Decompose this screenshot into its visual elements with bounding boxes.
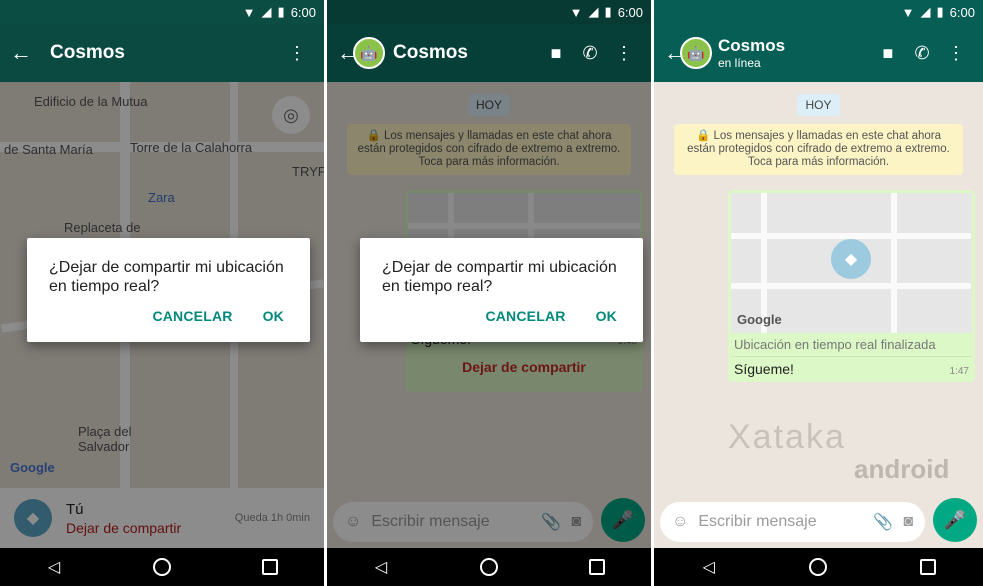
more-options-icon[interactable]: ⋮ [607,43,641,64]
back-arrow-icon[interactable]: ← [664,40,686,66]
signal-icon: ◢ [261,4,272,19]
date-pill: HOY [797,94,840,116]
location-message[interactable]: ◆ Google Ubicación en tiempo real finali… [728,190,975,382]
video-call-icon[interactable]: ■ [871,43,905,64]
message-input[interactable]: ☺ Escribir mensaje 📎 ◙ [660,502,925,542]
chat-area: HOY 🔒 Los mensajes y llamadas en este ch… [654,82,983,548]
status-time: 6:00 [617,4,643,20]
phone-chat-screen: ▼ ◢ ▮ 6:00 ← 🤖 Cosmos en línea ■ ✆ ⋮ HOY… [654,0,983,586]
back-arrow-icon[interactable]: ← [10,40,38,66]
nav-recents-icon[interactable] [250,552,290,582]
signal-icon: ◢ [588,4,599,19]
battery-icon: ▮ [936,4,944,19]
encryption-notice[interactable]: 🔒 Los mensajes y llamadas en este chat a… [674,124,963,175]
video-call-icon[interactable]: ■ [539,43,573,64]
ok-button[interactable]: OK [263,308,284,324]
emoji-icon[interactable]: ☺ [672,513,688,531]
google-logo: Google [737,312,782,327]
live-location-status: Ubicación en tiempo real finalizada [731,333,972,357]
live-location-map[interactable]: ◆ Google [731,193,972,333]
app-bar: ← 🤖 Cosmos en línea ■ ✆ ⋮ [654,24,983,82]
message-text: Sígueme! [734,361,794,377]
more-options-icon[interactable]: ⋮ [939,43,973,64]
system-nav-bar: ◁ [654,548,983,586]
ok-button[interactable]: OK [596,308,617,324]
message-time: 1:47 [949,366,969,377]
system-nav-bar: ◁ [327,548,651,586]
stop-sharing-dialog: ¿Dejar de compartir mi ubicación en tiem… [27,238,310,342]
encryption-notice-text: Los mensajes y llamadas en este chat aho… [687,130,950,168]
wifi-icon: ▼ [901,4,915,20]
watermark: Xataka [728,418,846,456]
nav-home-icon[interactable] [469,552,509,582]
stop-sharing-dialog: ¿Dejar de compartir mi ubicación en tiem… [360,238,643,342]
screenshot-collage: ▼ ◢ ▮ 6:00 ← Cosmos ⋮ Edificio de la Mut… [0,0,983,586]
chat-title: Cosmos [50,42,125,63]
watermark: android [854,454,950,484]
nav-back-icon[interactable]: ◁ [34,552,74,582]
avatar[interactable]: 🤖 [680,37,712,69]
status-time: 6:00 [949,4,975,20]
avatar[interactable]: 🤖 [353,37,385,69]
cancel-button[interactable]: CANCELAR [152,308,232,324]
phone-call-icon[interactable]: ✆ [905,43,939,64]
status-bar: ▼ ◢ ▮ 6:00 [327,0,651,24]
phone-call-icon[interactable]: ✆ [573,43,607,64]
back-arrow-icon[interactable]: ← [337,40,359,66]
nav-back-icon[interactable]: ◁ [689,552,729,582]
phone-map-screen: ▼ ◢ ▮ 6:00 ← Cosmos ⋮ Edificio de la Mut… [0,0,324,586]
wifi-icon: ▼ [242,4,256,20]
nav-home-icon[interactable] [142,552,182,582]
nav-home-icon[interactable] [798,552,838,582]
app-bar: ← 🤖 Cosmos ■ ✆ ⋮ [327,24,651,82]
battery-icon: ▮ [604,4,612,19]
nav-recents-icon[interactable] [577,552,617,582]
chat-title: Cosmos [393,42,468,63]
phone-chat-dialog-screen: ▼ ◢ ▮ 6:00 ← 🤖 Cosmos ■ ✆ ⋮ HOY 🔒 Los me… [327,0,651,586]
system-nav-bar: ◁ [0,548,324,586]
chat-title: Cosmos [718,36,786,55]
cancel-button[interactable]: CANCELAR [485,308,565,324]
status-bar: ▼ ◢ ▮ 6:00 [0,0,324,24]
status-time: 6:00 [290,4,316,20]
app-bar: ← Cosmos ⋮ [0,24,324,82]
nav-back-icon[interactable]: ◁ [361,552,401,582]
signal-icon: ◢ [920,4,931,19]
message-placeholder: Escribir mensaje [698,513,817,530]
online-status: en línea [718,56,761,70]
mic-button[interactable]: 🎤 [932,498,977,542]
dialog-question: ¿Dejar de compartir mi ubicación en tiem… [382,259,617,295]
layers-icon: ◆ [831,239,871,279]
status-bar: ▼ ◢ ▮ 6:00 [654,0,983,24]
attach-icon[interactable]: 📎 [873,512,893,532]
more-options-icon[interactable]: ⋮ [280,43,314,64]
nav-recents-icon[interactable] [908,552,948,582]
camera-icon[interactable]: ◙ [903,513,913,531]
wifi-icon: ▼ [569,4,583,20]
dialog-question: ¿Dejar de compartir mi ubicación en tiem… [49,259,284,295]
battery-icon: ▮ [277,4,285,19]
